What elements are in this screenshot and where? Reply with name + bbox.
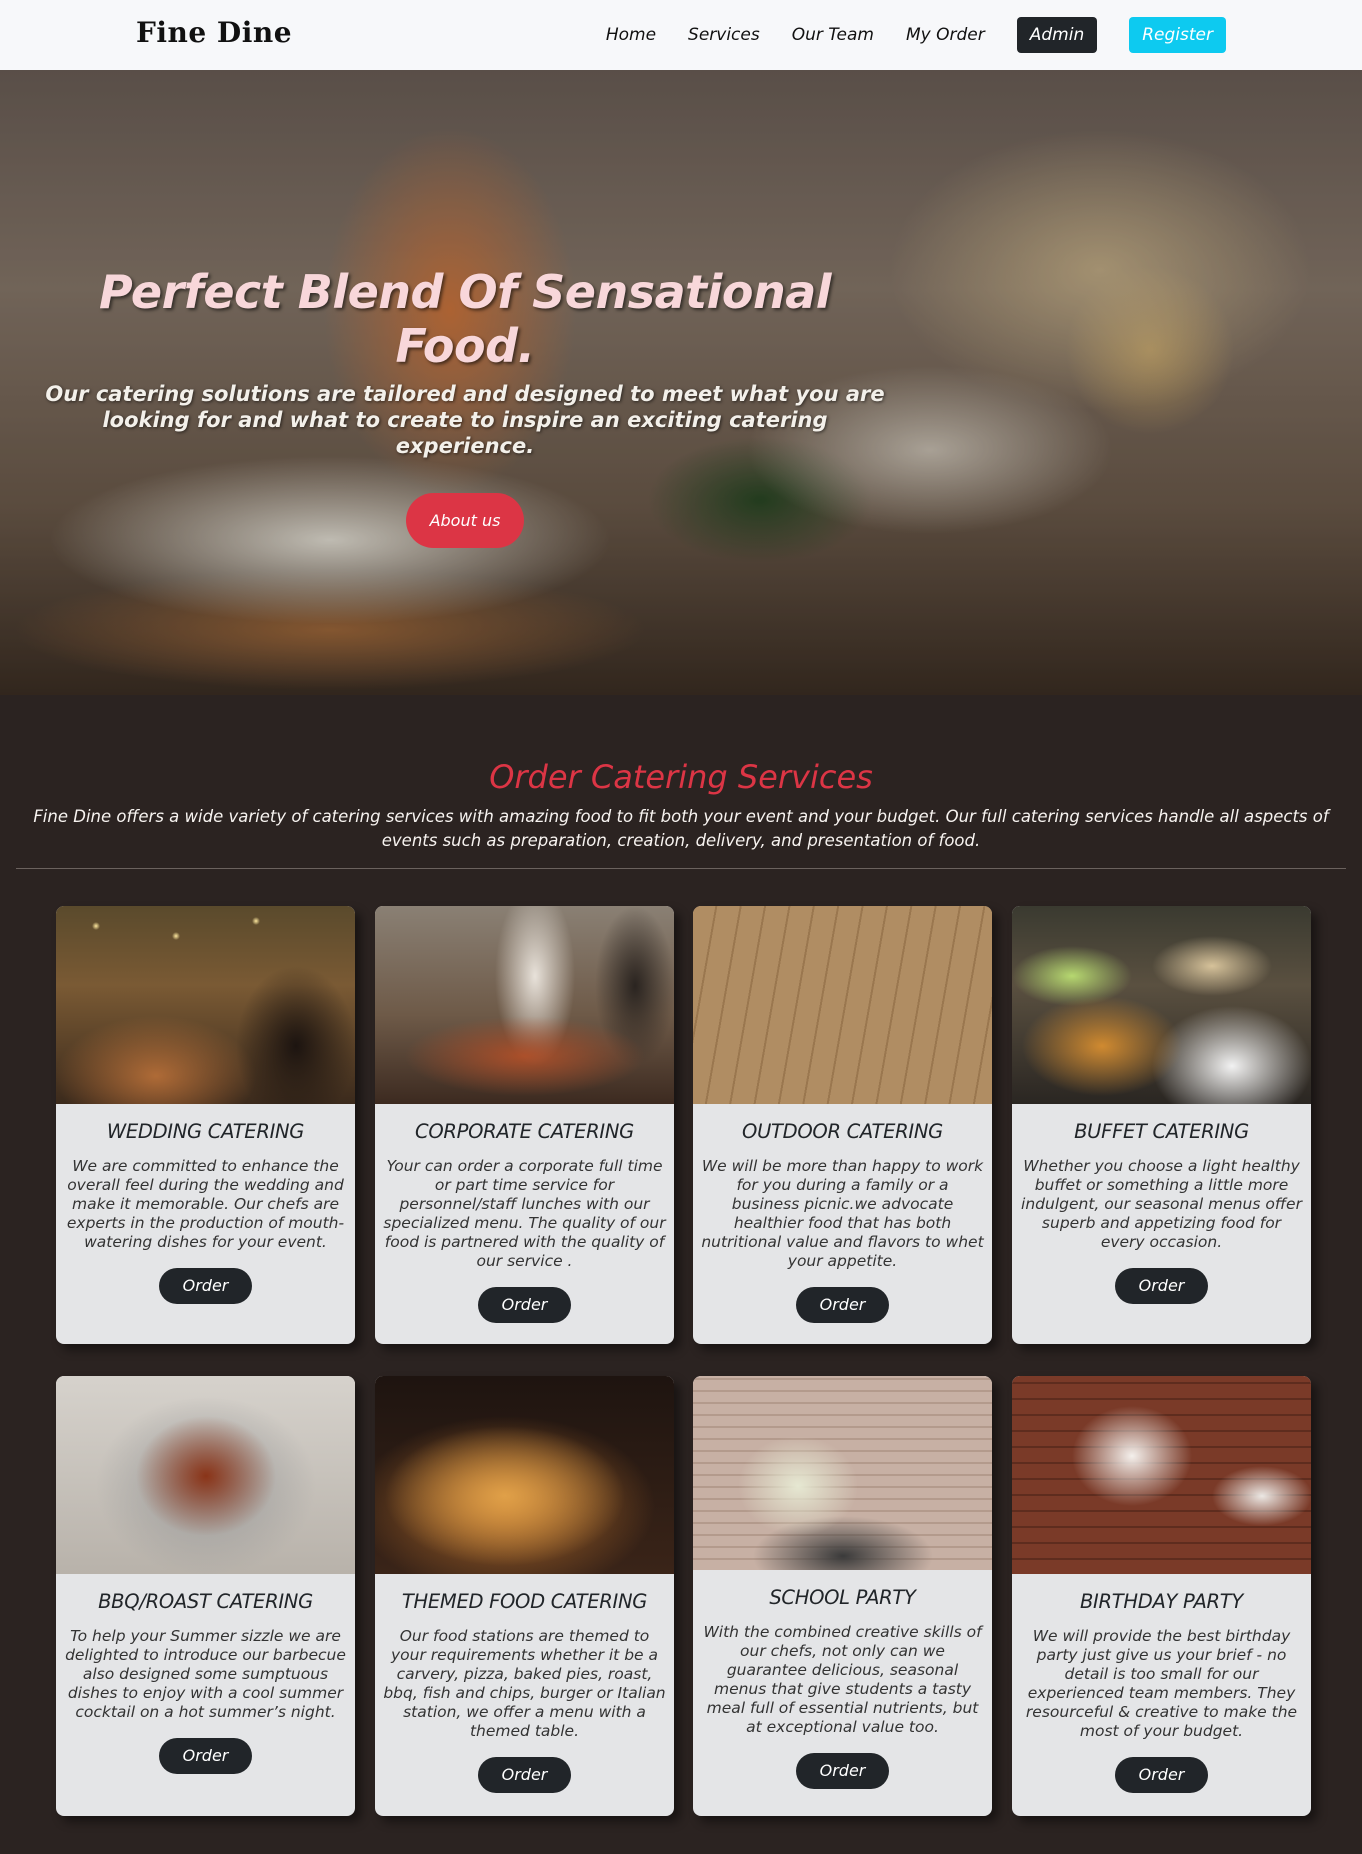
order-button[interactable]: Order [159, 1738, 252, 1774]
card-title: CORPORATE CATERING [415, 1120, 634, 1143]
card-wedding-catering: WEDDING CATERING We are committed to enh… [56, 906, 355, 1344]
nav-team-link[interactable]: Our Team [792, 25, 874, 45]
card-corporate-catering: CORPORATE CATERING Your can order a corp… [375, 906, 674, 1344]
card-body: THEMED FOOD CATERING Our food stations a… [375, 1574, 674, 1809]
hero-banner: Perfect Blend Of Sensational Food. Our c… [0, 70, 1362, 695]
brand-logo[interactable]: Fine Dine [136, 16, 292, 49]
section-description: Fine Dine offers a wide variety of cater… [33, 807, 1329, 850]
hero-content: Perfect Blend Of Sensational Food. Our c… [30, 265, 900, 548]
order-button[interactable]: Order [159, 1268, 252, 1304]
card-birthday-party: BIRTHDAY PARTY We will provide the best … [1012, 1376, 1311, 1816]
section-divider [16, 868, 1346, 869]
card-text: Our food stations are themed to your req… [383, 1627, 666, 1740]
card-body: WEDDING CATERING We are committed to enh… [56, 1104, 355, 1320]
admin-button[interactable]: Admin [1016, 17, 1098, 53]
card-image-school [693, 1376, 992, 1570]
register-button[interactable]: Register [1129, 17, 1226, 53]
card-image-outdoor [693, 906, 992, 1104]
card-image-buffet [1012, 906, 1311, 1104]
card-text: Whether you choose a light healthy buffe… [1021, 1157, 1302, 1251]
card-body: SCHOOL PARTY With the combined creative … [693, 1570, 992, 1805]
card-body: CORPORATE CATERING Your can order a corp… [375, 1104, 674, 1339]
hero-subtitle: Our catering solutions are tailored and … [45, 382, 885, 458]
card-themed-food-catering: THEMED FOOD CATERING Our food stations a… [375, 1376, 674, 1816]
card-text: We are committed to enhance the overall … [66, 1157, 345, 1251]
order-button[interactable]: Order [796, 1287, 889, 1323]
card-school-party: SCHOOL PARTY With the combined creative … [693, 1376, 992, 1816]
card-image-wedding [56, 906, 355, 1104]
card-image-themed [375, 1376, 674, 1574]
order-button[interactable]: Order [1115, 1268, 1208, 1304]
card-title: SCHOOL PARTY [769, 1586, 916, 1609]
card-text: We will be more than happy to work for y… [701, 1157, 984, 1270]
about-us-button[interactable]: About us [405, 493, 525, 548]
card-image-bbq [56, 1376, 355, 1574]
order-button[interactable]: Order [1115, 1757, 1208, 1793]
card-buffet-catering: BUFFET CATERING Whether you choose a lig… [1012, 906, 1311, 1344]
card-text: With the combined creative skills of our… [703, 1623, 982, 1736]
card-body: BIRTHDAY PARTY We will provide the best … [1012, 1574, 1311, 1809]
navbar: Fine Dine Home Services Our Team My Orde… [0, 0, 1362, 70]
card-body: OUTDOOR CATERING We will be more than ha… [693, 1104, 992, 1339]
nav-services-link[interactable]: Services [688, 25, 760, 45]
nav-links: Home Services Our Team My Order Admin Re… [574, 16, 1226, 54]
card-bbq-roast-catering: BBQ/ROAST CATERING To help your Summer s… [56, 1376, 355, 1816]
card-image-corporate [375, 906, 674, 1104]
card-title: OUTDOOR CATERING [742, 1120, 943, 1143]
card-text: Your can order a corporate full time or … [383, 1157, 666, 1270]
card-outdoor-catering: OUTDOOR CATERING We will be more than ha… [693, 906, 992, 1344]
card-title: BUFFET CATERING [1074, 1120, 1249, 1143]
order-button[interactable]: Order [796, 1753, 889, 1789]
card-body: BBQ/ROAST CATERING To help your Summer s… [56, 1574, 355, 1790]
card-title: BBQ/ROAST CATERING [98, 1590, 313, 1613]
card-text: To help your Summer sizzle we are deligh… [65, 1627, 346, 1721]
nav-my-order-link[interactable]: My Order [906, 25, 985, 45]
order-button[interactable]: Order [478, 1757, 571, 1793]
order-button[interactable]: Order [478, 1287, 571, 1323]
nav-home-link[interactable]: Home [606, 25, 656, 45]
card-title: WEDDING CATERING [106, 1120, 305, 1143]
card-image-birthday [1012, 1376, 1311, 1574]
hero-title: Perfect Blend Of Sensational Food. [98, 265, 832, 373]
card-body: BUFFET CATERING Whether you choose a lig… [1012, 1104, 1311, 1320]
card-text: We will provide the best birthday party … [1025, 1627, 1298, 1740]
card-title: THEMED FOOD CATERING [401, 1590, 648, 1613]
section-title: Order Catering Services [489, 758, 873, 796]
card-title: BIRTHDAY PARTY [1079, 1590, 1244, 1613]
